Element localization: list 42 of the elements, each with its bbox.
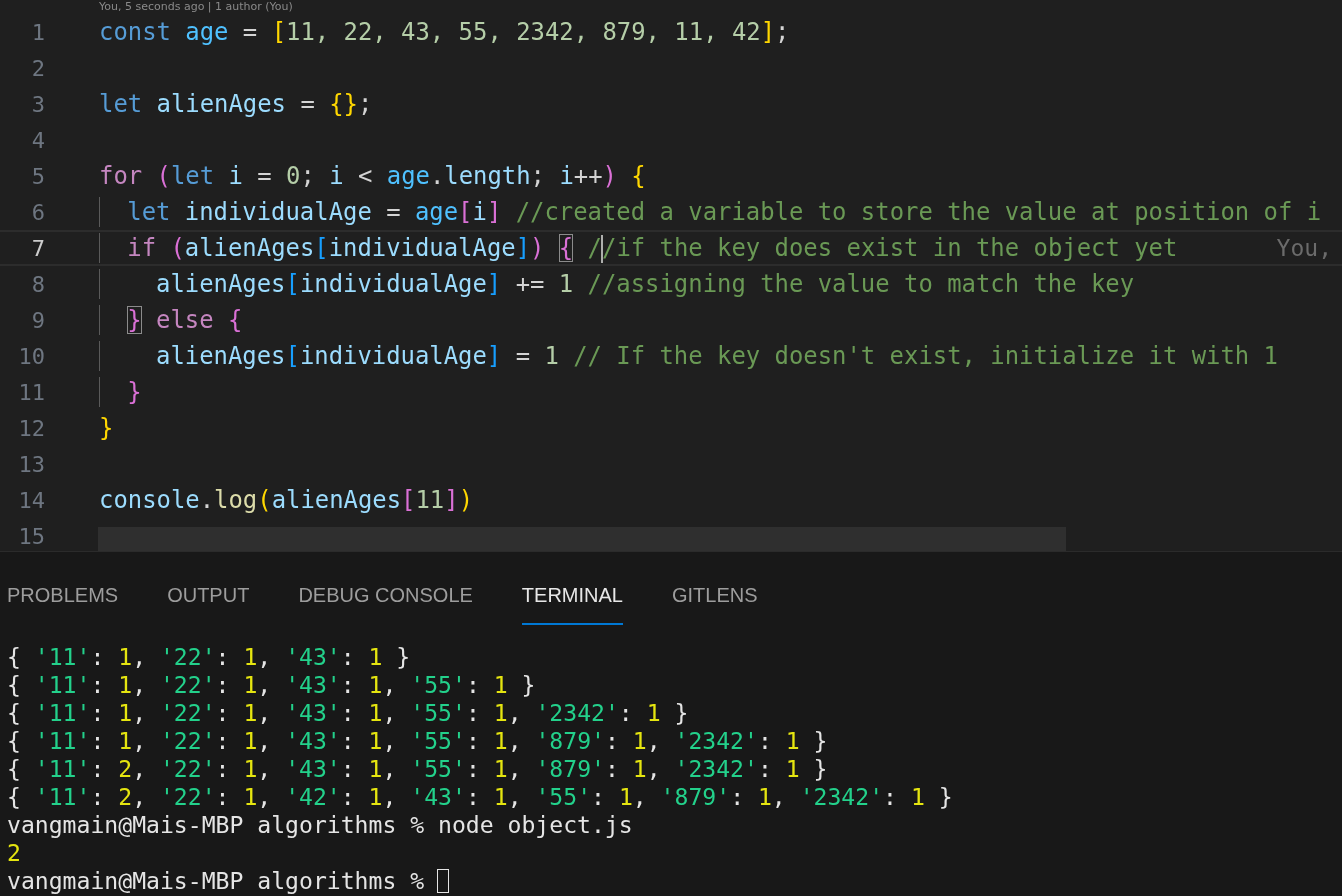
terminal-line: vangmain@Mais-MBP algorithms % node object.js [7,812,633,838]
line-number: 1 [30,19,45,45]
code-line: let alienAges = {}; [99,89,373,119]
terminal-line: { '11': 1, '22': 1, '43': 1, '55': 1 } [7,672,536,698]
code-line: for (let i = 0; i < age.length; i++) { [99,161,646,191]
line-number: 8 [30,271,45,297]
line-number: 10 [17,343,45,369]
code-line: } [99,377,142,407]
terminal-line: { '11': 1, '22': 1, '43': 1 } [7,644,411,670]
line-number: 15 [17,523,45,549]
terminal-line: 2 [7,840,21,866]
terminal-line: { '11': 1, '22': 1, '43': 1, '55': 1, '2342': 1 } [7,700,689,726]
code-line: console.log(alienAges[11]) [99,485,474,515]
panel-tab[interactable]: TERMINAL [521,563,623,625]
line-number: 6 [30,199,45,225]
line-number: 2 [30,55,45,81]
blame-annotation: You, [1276,235,1333,261]
codelens-annotation[interactable]: You, 5 seconds ago | 1 author (You) [0,0,1342,14]
panel-tab[interactable]: DEBUG CONSOLE [298,563,473,625]
line-number: 12 [17,415,45,441]
panel-tab[interactable]: PROBLEMS [7,563,119,625]
line-number: 14 [17,487,45,513]
code-line: } else { [99,305,243,335]
terminal-line: { '11': 2, '22': 1, '43': 1, '55': 1, '879': 1, '2342': 1 } [7,756,828,782]
line-number: 5 [30,163,45,189]
line-number: 7 [30,235,45,261]
code-line: if (alienAges[individualAge]) { //if the key does exist in the object yet [99,233,1178,263]
code-line: alienAges[individualAge] += 1 //assigning the value to match the key [99,269,1135,299]
terminal-line: { '11': 2, '22': 1, '42': 1, '43': 1, '55': 1, '879': 1, '2342': 1 } [7,784,953,810]
panel-tab[interactable]: OUTPUT [167,563,250,625]
line-number: 9 [30,307,45,333]
line-number: 4 [30,127,45,153]
line-number: 13 [17,451,45,477]
code-line: const age = [11, 22, 43, 55, 2342, 879, 11, 42]; [99,17,790,47]
panel-tab[interactable]: GITLENS [672,563,758,625]
terminal-line: { '11': 1, '22': 1, '43': 1, '55': 1, '879': 1, '2342': 1 } [7,728,828,754]
code-line: alienAges[individualAge] = 1 // If the key doesn't exist, initialize it with 1 [99,341,1278,371]
line-number: 11 [17,379,45,405]
terminal-line: vangmain@Mais-MBP algorithms % [7,868,425,894]
code-line: } [99,413,114,443]
code-line: let individualAge = age[i] //created a variable to store the value at position of i [99,197,1322,227]
line-number: 3 [30,91,45,117]
